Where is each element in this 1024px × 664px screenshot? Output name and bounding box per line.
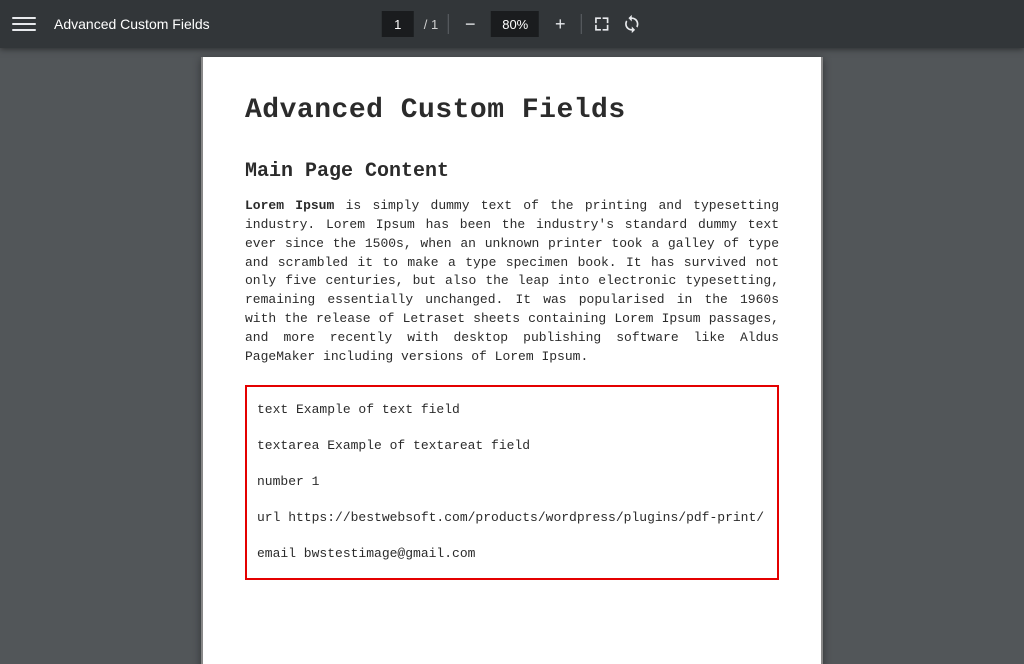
field-textarea: textarea Example of textareat field — [257, 437, 767, 455]
document-title: Advanced Custom Fields — [54, 16, 210, 32]
zoom-level-input[interactable] — [491, 11, 539, 37]
menu-icon[interactable] — [12, 12, 36, 36]
annotation-box: text Example of text field textarea Exam… — [245, 385, 779, 580]
page-title: Advanced Custom Fields — [245, 95, 779, 126]
toolbar-center-controls: / 1 − + — [382, 11, 642, 37]
paragraph-rest: is simply dummy text of the printing and… — [245, 198, 779, 364]
fit-page-icon — [592, 14, 612, 34]
section-heading: Main Page Content — [245, 160, 779, 183]
separator — [581, 14, 582, 34]
rotate-icon — [622, 14, 642, 34]
pdf-page: Advanced Custom Fields Main Page Content… — [201, 57, 823, 664]
zoom-out-button[interactable]: − — [459, 13, 481, 35]
paragraph-lead: Lorem Ipsum — [245, 198, 334, 213]
document-viewer[interactable]: Advanced Custom Fields Main Page Content… — [0, 48, 1024, 664]
field-email: email bwstestimage@gmail.com — [257, 545, 767, 563]
fit-page-button[interactable] — [592, 14, 612, 34]
pdf-toolbar: Advanced Custom Fields / 1 − + — [0, 0, 1024, 48]
body-paragraph: Lorem Ipsum is simply dummy text of the … — [245, 197, 779, 367]
page-number-input[interactable] — [382, 11, 414, 37]
field-number: number 1 — [257, 473, 767, 491]
field-text: text Example of text field — [257, 401, 767, 419]
field-url: url https://bestwebsoft.com/products/wor… — [257, 509, 767, 527]
rotate-button[interactable] — [622, 14, 642, 34]
page-total-label: / 1 — [424, 17, 438, 32]
zoom-in-button[interactable]: + — [549, 13, 571, 35]
separator — [448, 14, 449, 34]
